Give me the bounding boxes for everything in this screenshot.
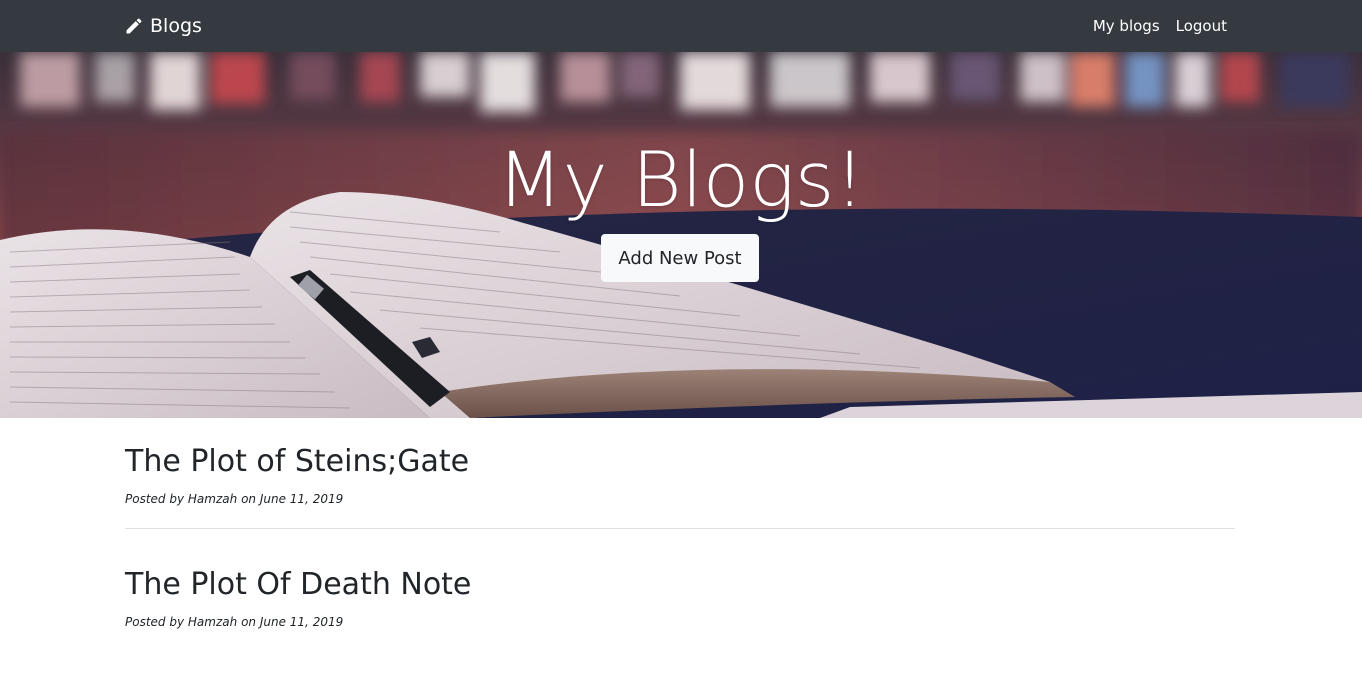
post-meta: Posted by Hamzah on June 11, 2019 — [125, 613, 1235, 631]
post-meta: Posted by Hamzah on June 11, 2019 — [125, 490, 1235, 508]
post-title[interactable]: The Plot Of Death Note — [125, 563, 1235, 607]
hero-title: My Blogs! — [497, 135, 865, 224]
post-date: June 11, 2019 — [259, 615, 344, 629]
hero-banner: My Blogs! Add New Post — [0, 52, 1362, 418]
navbar: Blogs My blogs Logout — [0, 0, 1362, 52]
post-preview: The Plot Of Death Note Posted by Hamzah … — [125, 563, 1235, 651]
post-meta-mid: on — [241, 492, 257, 506]
pencil-icon — [126, 18, 142, 34]
post-author: Hamzah — [187, 615, 238, 629]
nav-links: My blogs Logout — [1093, 15, 1227, 37]
brand-label: Blogs — [150, 15, 202, 37]
nav-link-my-blogs[interactable]: My blogs — [1093, 15, 1160, 37]
post-preview: The Plot of Steins;Gate Posted by Hamzah… — [125, 440, 1235, 529]
post-meta-mid: on — [241, 615, 257, 629]
post-title[interactable]: The Plot of Steins;Gate — [125, 440, 1235, 484]
post-list: The Plot of Steins;Gate Posted by Hamzah… — [125, 440, 1235, 685]
add-new-post-button[interactable]: Add New Post — [601, 234, 759, 282]
post-date: June 11, 2019 — [259, 492, 344, 506]
brand-link[interactable]: Blogs — [124, 13, 202, 39]
post-meta-prefix: Posted by — [125, 492, 185, 506]
nav-link-logout[interactable]: Logout — [1176, 15, 1227, 37]
post-author: Hamzah — [187, 492, 238, 506]
post-meta-prefix: Posted by — [125, 615, 185, 629]
